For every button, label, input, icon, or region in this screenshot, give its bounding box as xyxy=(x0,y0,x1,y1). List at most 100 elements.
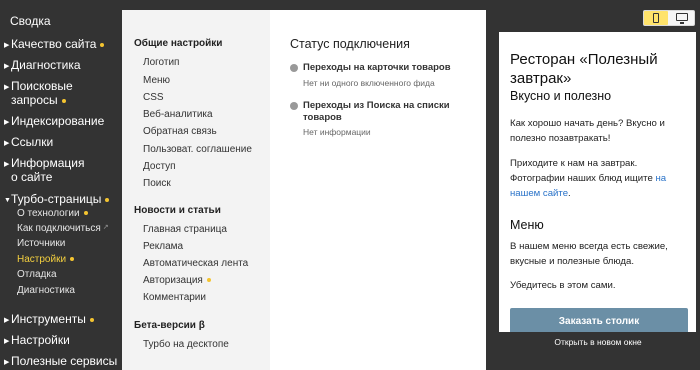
menu-item-turbo-desktop[interactable]: Турбо на десктопе xyxy=(143,339,229,350)
sidebar: Сводка ▶ Качество сайта ▶ Диагностика ▶ Пои… xyxy=(0,0,122,370)
menu-item-logo[interactable]: Логотип xyxy=(143,57,179,68)
caret-right-icon: ▶ xyxy=(4,119,10,126)
notification-dot-icon xyxy=(206,278,211,282)
main-panel: Статус подключения Переходы на карточки … xyxy=(270,10,486,370)
status-item-product-cards-desc: Нет ни одного включенного фида xyxy=(303,78,435,88)
sidebar-sub-label: Диагностика xyxy=(17,285,75,296)
notification-dot-icon xyxy=(61,99,66,103)
menu-item-auto-feed[interactable]: Автоматическая лента xyxy=(143,258,248,269)
preview-paragraph: Убедитесь в этом сами. xyxy=(510,280,616,291)
sidebar-item-label: Информация xyxy=(11,156,85,170)
sidebar-item-label: Инструменты xyxy=(11,312,86,326)
preview-paragraph: В нашем меню всегда есть свежие, вкусные… xyxy=(510,241,668,267)
sidebar-item-links[interactable]: ▶ Ссылки xyxy=(4,135,53,152)
monitor-icon xyxy=(676,13,688,21)
sidebar-sub-label: Настройки xyxy=(17,254,67,265)
sidebar-sub-sources[interactable]: Источники xyxy=(17,238,65,250)
caret-right-icon: ▶ xyxy=(4,161,10,168)
book-table-button[interactable]: Заказать столик xyxy=(510,308,688,332)
open-new-window-link[interactable]: Открыть в новом окне xyxy=(498,337,698,347)
preview-paragraph: Как хорошо начать день? Вкусно и полезно… xyxy=(510,118,665,144)
status-dot-icon xyxy=(290,102,298,110)
sidebar-item-label: о сайте xyxy=(11,170,53,184)
sidebar-sub-label: Как подключиться xyxy=(17,223,101,234)
desktop-view-button[interactable] xyxy=(670,11,694,25)
sidebar-item-search-queries-line2[interactable]: запросы xyxy=(11,93,66,107)
menu-item-menu[interactable]: Меню xyxy=(143,75,170,86)
sidebar-item-site-quality[interactable]: ▶ Качество сайта xyxy=(4,37,105,54)
caret-right-icon: ▶ xyxy=(4,338,10,345)
sidebar-item-site-info-line2[interactable]: о сайте xyxy=(11,170,52,184)
external-link-icon: ↗ xyxy=(102,224,109,231)
sidebar-item-settings[interactable]: ▶ Настройки xyxy=(4,333,70,350)
sidebar-item-label: Диагностика xyxy=(11,58,81,72)
sidebar-item-turbo-pages[interactable]: ▼Турбо-страницы xyxy=(4,192,110,209)
preview-text: . xyxy=(568,188,571,199)
status-dot-icon xyxy=(290,64,298,72)
sidebar-item-label: Настройки xyxy=(11,333,70,347)
sidebar-sub-debug[interactable]: Отладка xyxy=(17,269,57,281)
status-title: Статус подключения xyxy=(290,37,410,51)
menu-header-general: Общие настройки xyxy=(134,38,223,49)
menu-header-news: Новости и статьи xyxy=(134,205,221,216)
preview-text: Приходите к нам на завтрак. Фотографии н… xyxy=(510,158,656,184)
sidebar-item-label: Индексирование xyxy=(11,114,105,128)
caret-right-icon: ▶ xyxy=(4,359,10,366)
menu-item-ads[interactable]: Реклама xyxy=(143,241,183,252)
menu-item-search[interactable]: Поиск xyxy=(143,178,171,189)
menu-item-label: Авторизация xyxy=(143,275,203,286)
preview-subtitle: Вкусно и полезно xyxy=(510,89,612,103)
notification-dot-icon xyxy=(105,198,110,202)
caret-right-icon: ▶ xyxy=(4,317,10,324)
turbo-preview: Ресторан «Полезный завтрак» Вкусно и пол… xyxy=(499,32,696,332)
sidebar-item-useful-services[interactable]: ▶ Полезные сервисы xyxy=(4,354,117,370)
sidebar-item-tools[interactable]: ▶ Инструменты xyxy=(4,312,94,329)
status-item-search-lists[interactable]: Переходы из Поиска на списки товаров xyxy=(303,100,478,124)
menu-item-user-agreement[interactable]: Пользоват. соглашение xyxy=(143,144,252,155)
sidebar-sub-label: Отладка xyxy=(17,269,57,280)
sidebar-item-label: Сводка xyxy=(10,14,51,28)
sidebar-sub-how-to-connect[interactable]: Как подключиться ↗ xyxy=(17,223,109,236)
phone-icon xyxy=(653,13,659,23)
caret-right-icon: ▶ xyxy=(4,63,10,70)
menu-item-comments[interactable]: Комментарии xyxy=(143,292,206,303)
menu-item-web-analytics[interactable]: Веб-аналитика xyxy=(143,109,213,120)
status-item-product-cards[interactable]: Переходы на карточки товаров xyxy=(303,62,478,74)
menu-item-authorization[interactable]: Авторизация xyxy=(143,275,211,286)
menu-header-beta: Бета-версии β xyxy=(134,320,205,331)
caret-right-icon: ▶ xyxy=(4,84,10,91)
mobile-view-button[interactable] xyxy=(644,11,668,25)
preview-paragraph-with-link: Приходите к нам на завтрак. Фотографии н… xyxy=(510,156,692,201)
sidebar-sub-label: О технологии xyxy=(17,208,80,219)
monitor-stand xyxy=(680,22,684,24)
notification-dot-icon xyxy=(70,257,75,261)
sidebar-item-diagnostics[interactable]: ▶ Диагностика xyxy=(4,58,81,75)
notification-dot-icon xyxy=(89,318,94,322)
caret-down-icon: ▼ xyxy=(4,197,11,204)
sidebar-sub-about[interactable]: О технологии xyxy=(17,208,88,220)
notification-dot-icon xyxy=(100,43,105,47)
menu-item-access[interactable]: Доступ xyxy=(143,161,176,172)
sidebar-item-label: Качество сайта xyxy=(11,37,97,51)
caret-right-icon: ▶ xyxy=(4,42,10,49)
menu-item-main-page[interactable]: Главная страница xyxy=(143,224,227,235)
status-item-search-lists-desc: Нет информации xyxy=(303,127,371,137)
sidebar-sub-label: Источники xyxy=(17,238,66,249)
sidebar-sub-diagnostics[interactable]: Диагностика xyxy=(17,285,75,297)
notification-dot-icon xyxy=(83,211,88,215)
sidebar-item-label: Полезные сервисы xyxy=(11,354,118,368)
sidebar-sub-settings[interactable]: Настройки xyxy=(17,254,75,266)
menu-item-feedback[interactable]: Обратная связь xyxy=(143,126,217,137)
preview-menu-heading: Меню xyxy=(510,218,544,232)
settings-menu: Общие настройки Логотип Меню CSS Веб-ана… xyxy=(122,10,270,370)
sidebar-item-label: Турбо-страницы xyxy=(11,192,102,206)
sidebar-item-summary[interactable]: Сводка xyxy=(10,14,51,28)
sidebar-item-label: Поисковые xyxy=(11,79,73,93)
sidebar-item-label: Ссылки xyxy=(11,135,54,149)
sidebar-item-indexing[interactable]: ▶ Индексирование xyxy=(4,114,104,131)
menu-item-css[interactable]: CSS xyxy=(143,92,164,103)
caret-right-icon: ▶ xyxy=(4,140,10,147)
device-toggle xyxy=(643,10,695,26)
sidebar-item-label: запросы xyxy=(11,93,58,107)
preview-title: Ресторан «Полезный завтрак» xyxy=(510,51,658,87)
